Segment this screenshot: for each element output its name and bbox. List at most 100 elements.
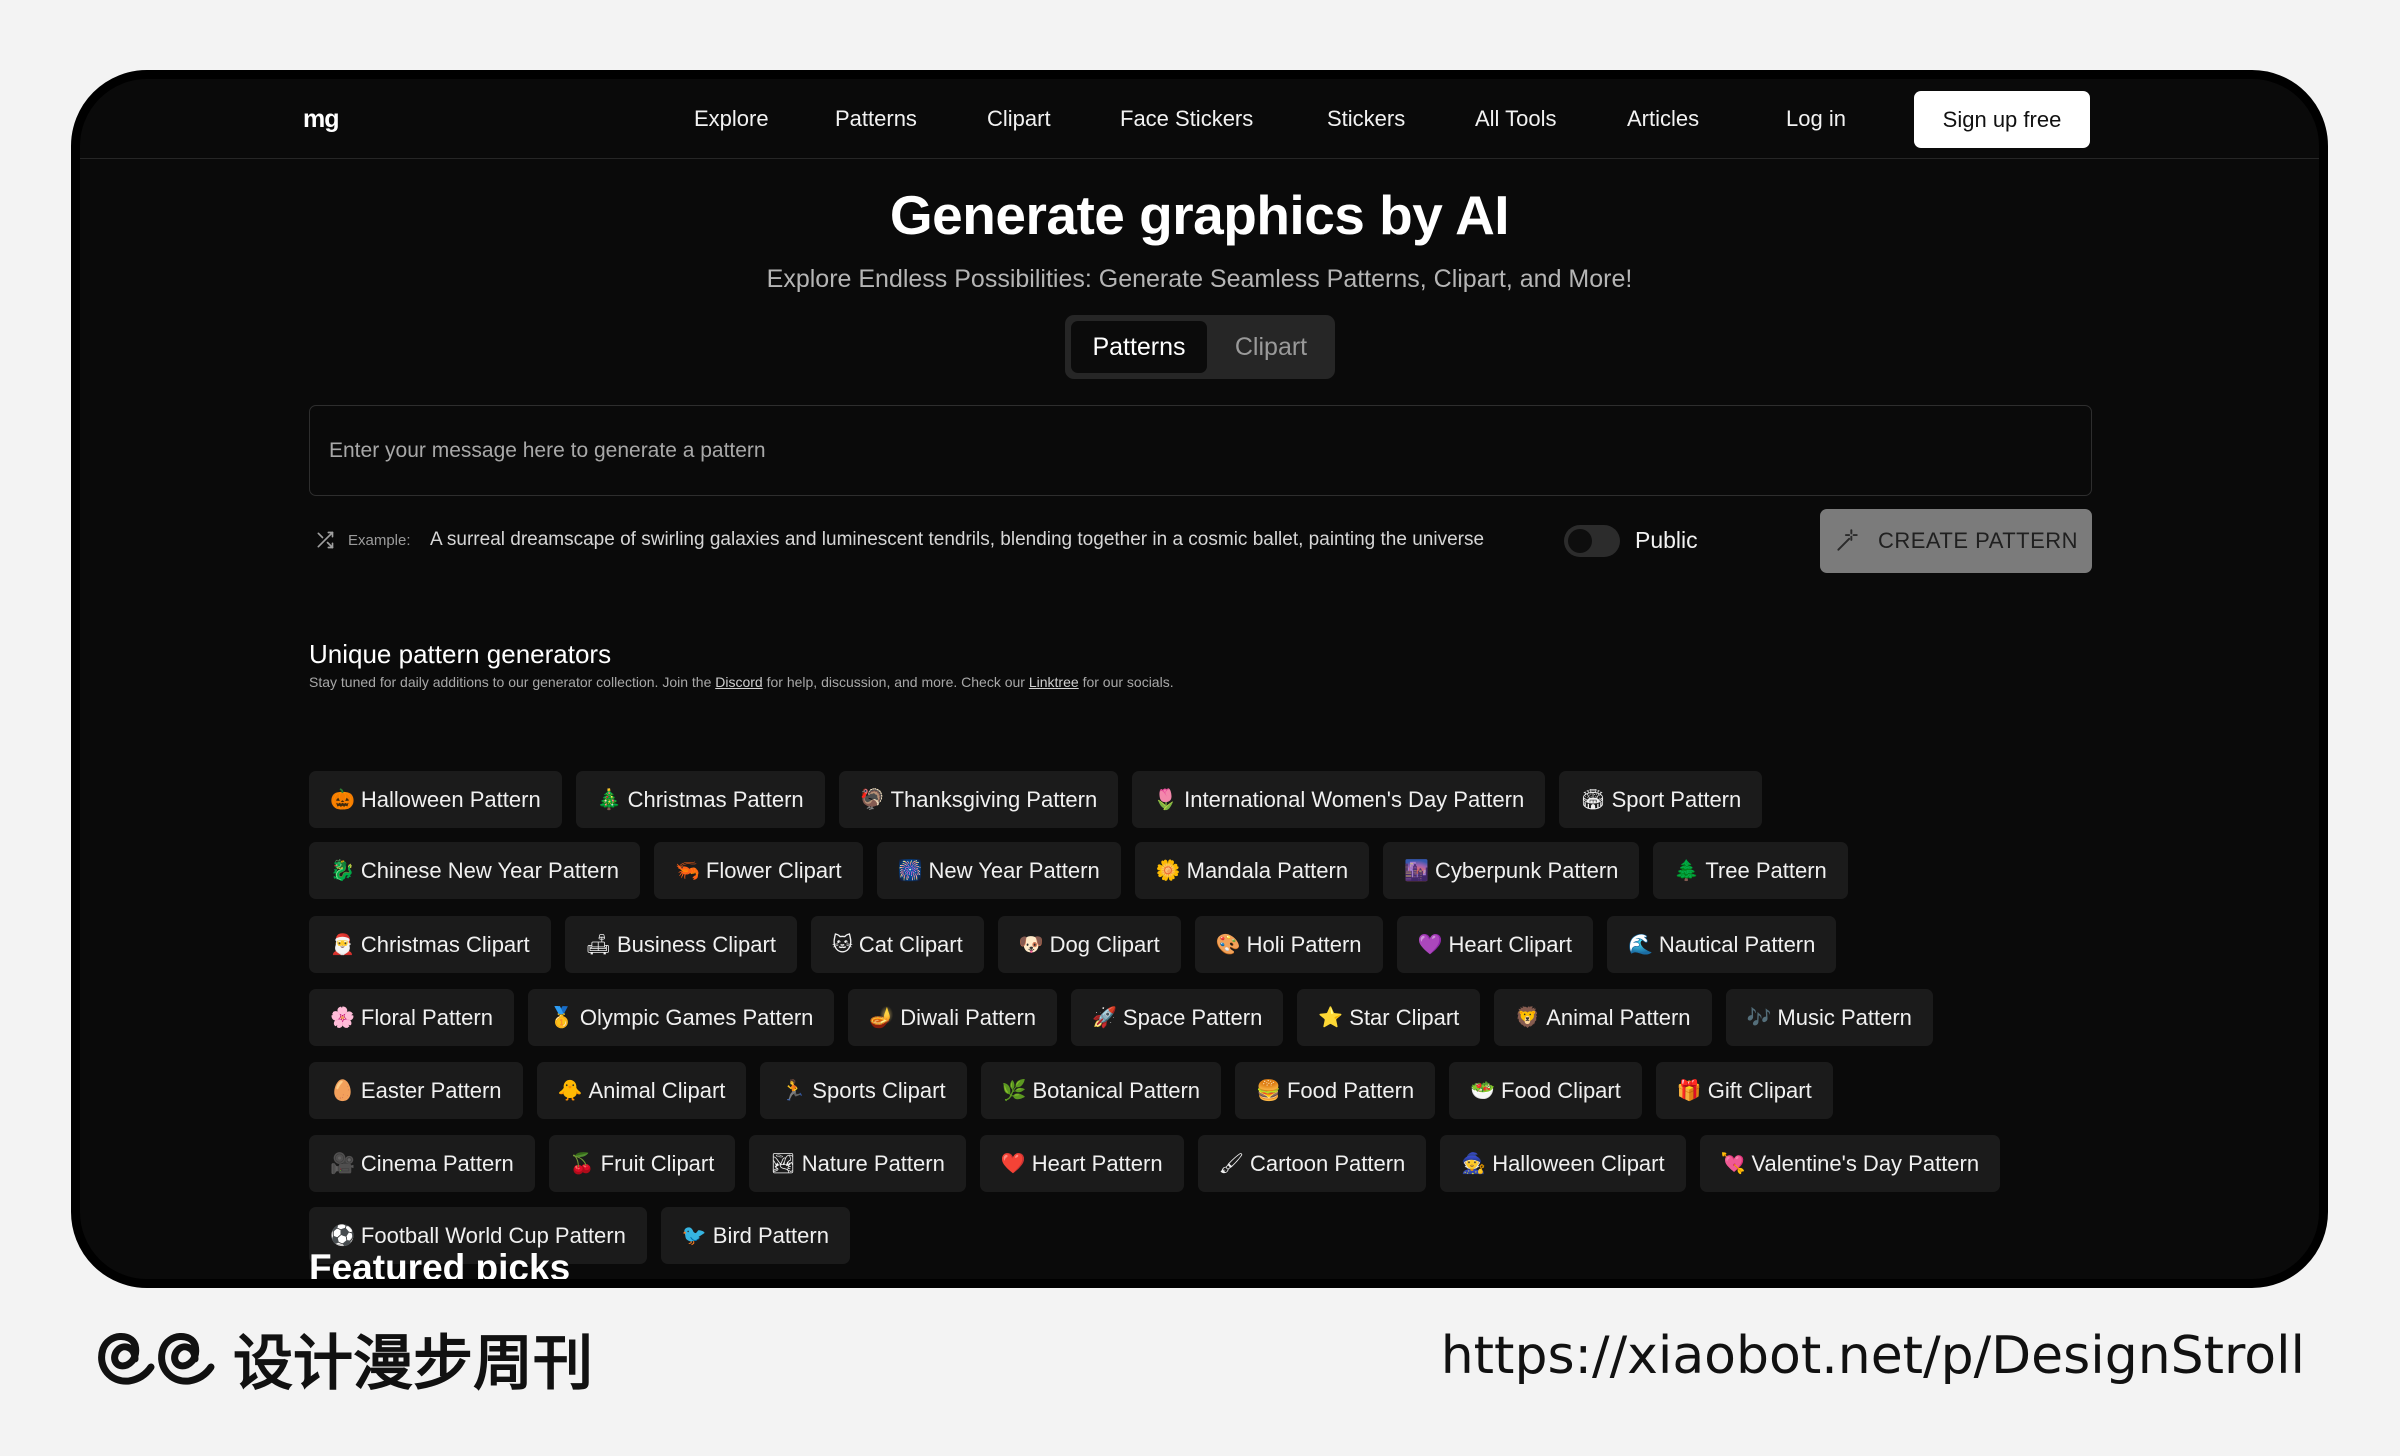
generator-chip[interactable]: 🌲 Tree Pattern: [1653, 842, 1848, 899]
create-pattern-label: CREATE PATTERN: [1877, 528, 2079, 553]
generator-chip[interactable]: 💘 Valentine's Day Pattern: [1699, 1135, 2001, 1192]
create-pattern-button[interactable]: CREATE PATTERN: [1820, 509, 2092, 573]
generator-chip[interactable]: 🌊 Nautical Pattern: [1606, 916, 1837, 973]
login-link[interactable]: Log in: [1786, 106, 1846, 132]
generator-chip[interactable]: 🎥 Cinema Pattern: [309, 1135, 535, 1192]
generator-emoji-icon: 🪔: [869, 1006, 895, 1029]
footer-brand: 设计漫步周刊: [95, 1318, 593, 1399]
example-row: Example: A surreal dreamscape of swirlin…: [309, 509, 2092, 573]
generator-chip[interactable]: 🧙 Halloween Clipart: [1440, 1135, 1686, 1192]
chip-row: 🎥 Cinema Pattern 🍒 Fruit Clipart 🏞 Nature Pat…: [309, 1135, 2001, 1192]
generator-chip[interactable]: 🥗 Food Clipart: [1449, 1062, 1642, 1119]
linktree-link[interactable]: Linktree: [1029, 674, 1079, 690]
generator-chip[interactable]: 🐶 Dog Clipart: [997, 916, 1181, 973]
tab-clipart[interactable]: Clipart: [1215, 321, 1327, 373]
generator-chip-label: Valentine's Day Pattern: [1751, 1150, 1980, 1176]
generator-emoji-icon: 🎥: [330, 1152, 355, 1175]
generator-chip-label: Business Clipart: [617, 931, 776, 957]
generator-chip-label: Cartoon Pattern: [1249, 1150, 1406, 1176]
generator-chip[interactable]: 🎁 Gift Clipart: [1655, 1062, 1833, 1119]
discord-link[interactable]: Discord: [715, 674, 762, 690]
generator-chip[interactable]: 🐦 Bird Pattern: [660, 1207, 850, 1264]
public-toggle[interactable]: [1564, 525, 1620, 557]
generators-subtitle-suffix: for our socials.: [1082, 674, 1174, 690]
generator-chip[interactable]: 🛋 Business Clipart: [564, 916, 797, 973]
generator-emoji-icon: 🏞: [770, 1152, 796, 1175]
generator-chip-label: Food Clipart: [1501, 1077, 1621, 1103]
nav-clipart[interactable]: Clipart: [987, 106, 1051, 132]
generator-chip[interactable]: 🦐 Flower Clipart: [653, 842, 863, 899]
footer-url[interactable]: https://xiaobot.net/p/DesignStroll: [1441, 1326, 2305, 1386]
generator-chip-label: Olympic Games Pattern: [579, 1004, 814, 1030]
generator-chip-label: Halloween Clipart: [1492, 1150, 1665, 1176]
signup-button[interactable]: Sign up free: [1914, 91, 2090, 148]
generator-chip[interactable]: 🎄 Christmas Pattern: [575, 771, 825, 828]
generator-chip[interactable]: 💜 Heart Clipart: [1396, 916, 1593, 973]
generator-chip[interactable]: 🎆 New Year Pattern: [876, 842, 1121, 899]
generator-emoji-icon: 🐶: [1018, 933, 1044, 956]
generator-chip[interactable]: 🌸 Floral Pattern: [309, 989, 514, 1046]
generator-chip[interactable]: 🦃 Thanksgiving Pattern: [838, 771, 1119, 828]
generator-chip[interactable]: 🌷 International Women's Day Pattern: [1132, 771, 1546, 828]
generator-chip[interactable]: 🍔 Food Pattern: [1235, 1062, 1436, 1119]
generator-chip[interactable]: 🎨 Holi Pattern: [1194, 916, 1383, 973]
shuffle-icon[interactable]: [315, 530, 335, 550]
generators-subtitle-middle: for help, discussion, and more. Check ou…: [766, 674, 1025, 690]
generator-chip-label: Cinema Pattern: [360, 1150, 514, 1176]
generator-emoji-icon: 🎄: [596, 788, 622, 811]
site-logo[interactable]: mg: [303, 105, 339, 134]
generator-chip[interactable]: 🏃 Sports Clipart: [760, 1062, 967, 1119]
generator-chip[interactable]: 🍒 Fruit Clipart: [548, 1135, 736, 1192]
generator-chip[interactable]: 🐉 Chinese New Year Pattern: [309, 842, 640, 899]
generator-emoji-icon: 🌆: [1404, 859, 1429, 882]
nav-articles[interactable]: Articles: [1627, 106, 1699, 132]
generators-title: Unique pattern generators: [309, 639, 612, 669]
generator-chip-label: Flower Clipart: [705, 857, 842, 883]
generator-chip-label: Nature Pattern: [801, 1150, 945, 1176]
generator-chip[interactable]: 🐱 Cat Clipart: [810, 916, 984, 973]
generator-chip[interactable]: 🪔 Diwali Pattern: [848, 989, 1058, 1046]
generator-chip[interactable]: 🥇 Olympic Games Pattern: [527, 989, 835, 1046]
generator-emoji-icon: 🌷: [1153, 788, 1179, 811]
generator-chip[interactable]: 🥚 Easter Pattern: [309, 1062, 523, 1119]
toggle-knob: [1568, 529, 1592, 553]
generator-chip-label: Cat Clipart: [858, 931, 963, 957]
nav-stickers[interactable]: Stickers: [1327, 106, 1405, 132]
generator-chip[interactable]: 🎶 Music Pattern: [1725, 989, 1933, 1046]
generator-chip[interactable]: 🎅 Christmas Clipart: [309, 916, 551, 973]
generator-emoji-icon: 🌸: [330, 1006, 355, 1029]
generator-chip[interactable]: 🏟 Sport Pattern: [1559, 771, 1763, 828]
generator-chip-label: Animal Pattern: [1546, 1004, 1691, 1030]
generator-chip[interactable]: ⭐ Star Clipart: [1297, 989, 1481, 1046]
generator-chip[interactable]: 🌼 Mandala Pattern: [1134, 842, 1370, 899]
generator-emoji-icon: 🌿: [1001, 1079, 1027, 1102]
generator-chip-label: Bird Pattern: [712, 1222, 829, 1248]
generator-chip-label: Holi Pattern: [1246, 931, 1362, 957]
nav-all-tools[interactable]: All Tools: [1475, 106, 1557, 132]
nav-patterns[interactable]: Patterns: [835, 106, 917, 132]
prompt-input[interactable]: [309, 405, 2092, 496]
generator-chip[interactable]: 🖌 Cartoon Pattern: [1197, 1135, 1427, 1192]
generator-chip[interactable]: 🐥 Animal Clipart: [536, 1062, 747, 1119]
generator-chip[interactable]: ❤️ Heart Pattern: [979, 1135, 1184, 1192]
generator-chip[interactable]: 🌆 Cyberpunk Pattern: [1383, 842, 1640, 899]
generator-emoji-icon: 🧙: [1461, 1152, 1487, 1175]
generator-chip[interactable]: 🦁 Animal Pattern: [1494, 989, 1712, 1046]
chip-row: 🎃 Halloween Pattern 🎄 Christmas Pattern 🦃 Tha…: [309, 771, 1763, 828]
generator-chip-label: Christmas Clipart: [360, 931, 530, 957]
example-label: Example:: [348, 532, 411, 549]
nav-face-stickers[interactable]: Face Stickers: [1120, 106, 1253, 132]
mode-switch: Patterns Clipart: [1065, 315, 1335, 379]
generator-emoji-icon: 🌲: [1674, 859, 1700, 882]
generator-chip[interactable]: 🎃 Halloween Pattern: [309, 771, 562, 828]
generator-chip[interactable]: 🏞 Nature Pattern: [749, 1135, 966, 1192]
generator-chip[interactable]: 🚀 Space Pattern: [1071, 989, 1284, 1046]
nav-explore[interactable]: Explore: [694, 106, 769, 132]
generator-emoji-icon: 🥗: [1470, 1079, 1496, 1102]
example-text[interactable]: A surreal dreamscape of swirling galaxie…: [430, 529, 1532, 551]
magic-wand-icon: [1837, 529, 1858, 551]
tab-patterns[interactable]: Patterns: [1071, 321, 1207, 373]
generator-chip-label: Food Pattern: [1286, 1077, 1415, 1103]
generator-chip[interactable]: 🌿 Botanical Pattern: [980, 1062, 1222, 1119]
generator-chip-label: Star Clipart: [1349, 1004, 1460, 1030]
